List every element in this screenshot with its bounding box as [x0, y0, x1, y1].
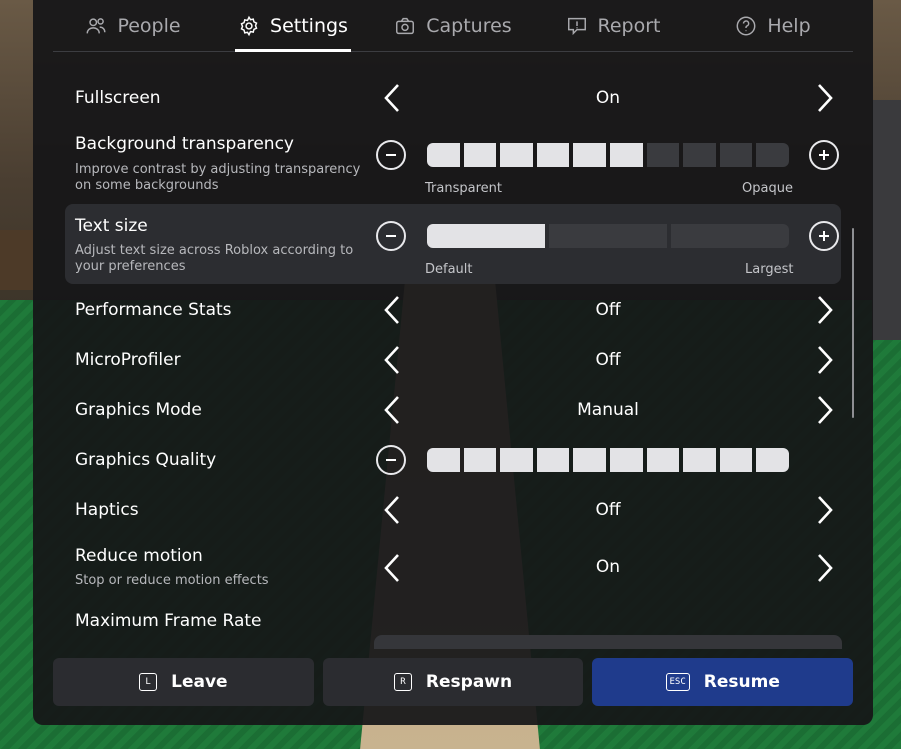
tab-people[interactable]: People	[53, 0, 213, 51]
tab-settings[interactable]: Settings	[213, 0, 373, 52]
next-option-button[interactable]	[812, 81, 838, 115]
tab-bar: People Settings Captures Report Help	[53, 0, 853, 52]
setting-label: Fullscreen	[75, 88, 161, 108]
report-icon	[567, 17, 586, 35]
camera-icon	[396, 17, 415, 34]
people-icon	[86, 17, 106, 33]
chevron-left-icon	[384, 84, 399, 112]
tab-label: Help	[767, 14, 811, 37]
tab-help[interactable]: Help	[693, 0, 853, 51]
help-icon	[736, 16, 756, 35]
annotation-arrow	[0, 541, 901, 749]
tab-label: People	[117, 14, 181, 37]
setting-fullscreen: Fullscreen On	[53, 76, 853, 120]
previous-option-button[interactable]	[379, 81, 405, 115]
tab-label: Captures	[426, 14, 512, 37]
tab-label: Settings	[270, 14, 348, 37]
gear-icon	[240, 15, 258, 36]
setting-value: On	[595, 88, 621, 108]
tab-captures[interactable]: Captures	[373, 0, 533, 51]
chevron-right-icon	[818, 84, 833, 112]
tab-report[interactable]: Report	[533, 0, 693, 51]
tab-label: Report	[597, 14, 661, 37]
